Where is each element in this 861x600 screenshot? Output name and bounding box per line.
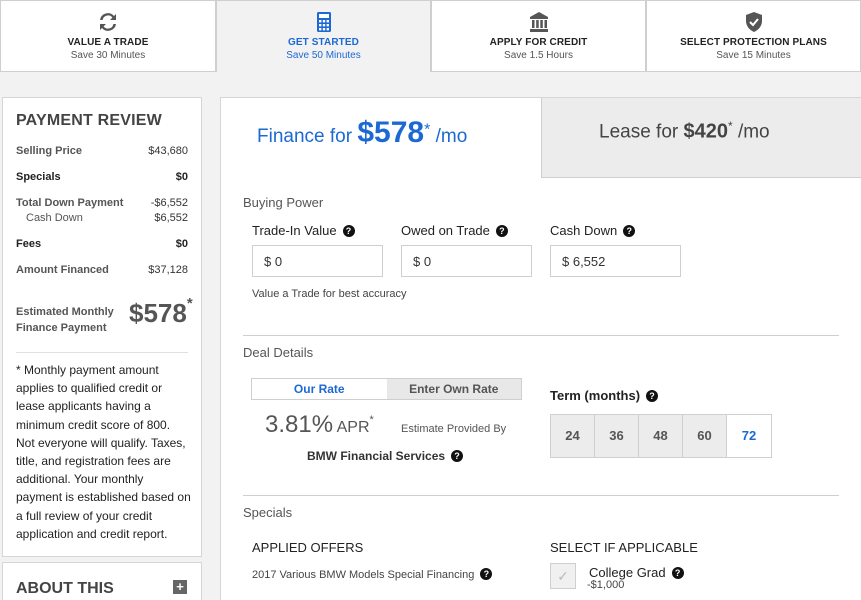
expand-plus-icon[interactable]: + xyxy=(173,580,187,594)
row-label: Amount Financed xyxy=(16,264,109,276)
row-label: Specials xyxy=(16,171,61,183)
trade-in-value-input[interactable]: $ 0 xyxy=(252,245,383,277)
row-value: $0 xyxy=(175,238,188,250)
rate-toggle: Our Rate Enter Own Rate xyxy=(251,378,522,400)
help-icon[interactable]: ? xyxy=(671,567,684,579)
term-option-48[interactable]: 48 xyxy=(639,415,683,457)
help-icon[interactable]: ? xyxy=(646,390,659,402)
cash-down-label: Cash Down? xyxy=(550,223,636,238)
step-title: VALUE A TRADE xyxy=(67,37,149,48)
applied-offer: 2017 Various BMW Models Special Financin… xyxy=(252,568,493,581)
cash-down-row: Cash Down $6,552 xyxy=(16,212,188,224)
apr-value: 3.81% APR* xyxy=(265,411,374,438)
row-label: Cash Down xyxy=(26,212,83,224)
amount-financed-row: Amount Financed $37,128 xyxy=(16,264,188,276)
term-option-24[interactable]: 24 xyxy=(551,415,595,457)
our-rate-option[interactable]: Our Rate xyxy=(252,379,387,399)
row-label: Total Down Payment xyxy=(16,197,124,209)
value-a-trade-link[interactable]: Value a Trade xyxy=(252,288,320,300)
tab-lease[interactable]: Lease for $420* /mo xyxy=(541,98,861,178)
row-label: Fees xyxy=(16,238,42,250)
divider xyxy=(243,495,839,496)
step-apply-for-credit[interactable]: APPLY FOR CREDIT Save 1.5 Hours xyxy=(431,0,646,72)
panel-title: PAYMENT REVIEW xyxy=(16,112,162,129)
calculator-icon xyxy=(316,12,331,32)
step-select-protection-plans[interactable]: SELECT PROTECTION PLANS Save 15 Minutes xyxy=(646,0,861,72)
fees-row: Fees $0 xyxy=(16,238,188,250)
about-this-panel[interactable]: ABOUT THIS + xyxy=(2,562,202,600)
specials-row: Specials $0 xyxy=(16,171,188,183)
term-option-36[interactable]: 36 xyxy=(595,415,639,457)
term-selector: 24 36 48 60 72 xyxy=(550,414,772,458)
lease-tab-label: Lease for $420* /mo xyxy=(599,119,770,143)
payment-calculator: Finance for $578* /mo Lease for $420* /m… xyxy=(220,97,861,600)
divider xyxy=(243,335,839,336)
estimate-provided-by: Estimate Provided By xyxy=(401,423,507,435)
progress-steps: VALUE A TRADE Save 30 Minutes GET STARTE… xyxy=(0,0,861,72)
step-title: GET STARTED xyxy=(288,37,359,48)
buying-power-title: Buying Power xyxy=(243,195,324,210)
tab-finance[interactable]: Finance for $578* /mo xyxy=(221,98,541,178)
select-if-applicable-heading: SELECT IF APPLICABLE xyxy=(550,540,698,555)
step-value-a-trade[interactable]: VALUE A TRADE Save 30 Minutes xyxy=(0,0,216,72)
specials-title: Specials xyxy=(243,505,293,520)
payment-review-panel: PAYMENT REVIEW Selling Price $43,680 Spe… xyxy=(2,97,202,557)
divider xyxy=(16,352,188,353)
deal-details-title: Deal Details xyxy=(243,345,314,360)
finance-tab-label: Finance for $578* /mo xyxy=(257,116,468,149)
step-subtitle: Save 50 Minutes xyxy=(286,50,361,61)
help-icon[interactable]: ? xyxy=(623,225,636,237)
step-subtitle: Save 30 Minutes xyxy=(70,50,146,61)
payment-disclaimer: * Monthly payment amount applies to qual… xyxy=(16,363,191,541)
total-down-row: Total Down Payment -$6,552 xyxy=(16,197,188,209)
value-trade-hint: Value a Trade for best accuracy xyxy=(252,288,407,300)
college-grad-checkbox[interactable]: ✓ xyxy=(550,563,576,589)
help-icon[interactable]: ? xyxy=(495,225,508,237)
term-option-72[interactable]: 72 xyxy=(727,415,771,457)
step-subtitle: Save 15 Minutes xyxy=(716,50,791,61)
shield-check-icon xyxy=(745,12,762,32)
row-value: $6,552 xyxy=(154,212,188,224)
refresh-icon xyxy=(100,13,116,31)
term-option-60[interactable]: 60 xyxy=(683,415,727,457)
row-value: -$6,552 xyxy=(150,197,188,209)
own-rate-option[interactable]: Enter Own Rate xyxy=(386,379,521,399)
help-icon[interactable]: ? xyxy=(480,568,493,580)
lender-name: BMW Financial Services? xyxy=(307,449,464,463)
college-grad-label: College Grad? xyxy=(589,565,684,580)
estimated-payment-label: Estimated Monthly Finance Payment xyxy=(16,306,114,334)
owed-on-trade-input[interactable]: $ 0 xyxy=(401,245,532,277)
selling-price-row: Selling Price $43,680 xyxy=(16,145,188,157)
step-title: APPLY FOR CREDIT xyxy=(489,37,588,48)
bank-icon xyxy=(529,12,548,32)
step-get-started[interactable]: GET STARTED Save 50 Minutes xyxy=(216,0,431,72)
cash-down-input[interactable]: $ 6,552 xyxy=(550,245,681,277)
row-value: $0 xyxy=(175,171,188,183)
help-icon[interactable]: ? xyxy=(342,225,355,237)
applied-offers-heading: APPLIED OFFERS xyxy=(252,540,364,555)
term-label: Term (months)? xyxy=(550,388,659,403)
row-label: Selling Price xyxy=(16,145,83,157)
row-value: $37,128 xyxy=(148,264,188,276)
estimated-payment-value: $578* xyxy=(129,295,193,328)
trade-in-label: Trade-In Value? xyxy=(252,223,355,238)
step-subtitle: Save 1.5 Hours xyxy=(504,50,573,61)
college-grad-amount: -$1,000 xyxy=(587,579,625,591)
about-title: ABOUT THIS xyxy=(16,580,114,597)
step-title: SELECT PROTECTION PLANS xyxy=(680,37,827,48)
row-value: $43,680 xyxy=(148,145,188,157)
owed-on-trade-label: Owed on Trade? xyxy=(401,223,508,238)
help-icon[interactable]: ? xyxy=(451,450,464,462)
